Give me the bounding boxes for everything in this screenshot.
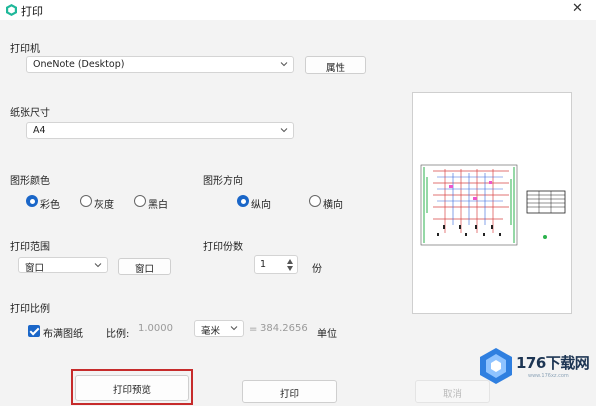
color-option-gray-label: 灰度 bbox=[94, 200, 114, 211]
window-select-button[interactable]: 窗口 bbox=[118, 258, 171, 275]
print-range-value: 窗口 bbox=[25, 263, 45, 274]
units-label: 单位 bbox=[317, 329, 337, 340]
cancel-button[interactable]: 取消 bbox=[415, 380, 490, 403]
print-range-label: 打印范围 bbox=[10, 242, 50, 253]
orientation-label: 图形方向 bbox=[203, 176, 243, 187]
watermark-brand: 176下载网 bbox=[516, 354, 590, 372]
ratio-input[interactable]: 1.0000 bbox=[138, 323, 173, 334]
printer-select-value: OneNote (Desktop) bbox=[33, 59, 125, 70]
color-option-color-radio[interactable] bbox=[26, 195, 38, 207]
copies-stepper[interactable]: 1 bbox=[254, 255, 298, 274]
color-option-gray-radio[interactable] bbox=[80, 195, 92, 207]
watermark-url: www.176xz.com bbox=[528, 373, 569, 379]
color-option-mono-label: 黑白 bbox=[148, 200, 168, 211]
print-preview-pane bbox=[412, 92, 572, 314]
stepper-up-icon[interactable] bbox=[287, 259, 293, 264]
orientation-landscape-label: 横向 bbox=[323, 200, 343, 211]
chevron-down-icon bbox=[94, 263, 102, 268]
print-button[interactable]: 打印 bbox=[242, 380, 337, 403]
copies-label: 打印份数 bbox=[203, 242, 243, 253]
color-option-color-label: 彩色 bbox=[40, 200, 60, 211]
fit-to-paper-checkbox[interactable] bbox=[28, 325, 40, 337]
print-preview-highlight bbox=[71, 369, 193, 405]
equals-sign: = bbox=[249, 324, 258, 335]
unit-select-value: 毫米 bbox=[201, 326, 221, 337]
units-input[interactable]: 384.2656 bbox=[260, 323, 308, 334]
ratio-label: 比例: bbox=[106, 329, 130, 340]
title-bar: 打印 ✕ bbox=[0, 0, 596, 20]
window-title: 打印 bbox=[21, 5, 43, 18]
paper-size-select[interactable]: A4 bbox=[26, 122, 294, 139]
chevron-down-icon bbox=[280, 62, 288, 67]
orientation-portrait-radio[interactable] bbox=[237, 195, 249, 207]
printer-select[interactable]: OneNote (Desktop) bbox=[26, 56, 294, 73]
cad-drawing-thumbnail bbox=[420, 164, 566, 246]
orientation-portrait-label: 纵向 bbox=[251, 200, 271, 211]
paper-size-value: A4 bbox=[33, 125, 46, 136]
print-range-select[interactable]: 窗口 bbox=[18, 257, 108, 274]
chevron-down-icon bbox=[280, 128, 288, 133]
brand-logo bbox=[480, 348, 512, 384]
properties-button[interactable]: 属性 bbox=[305, 56, 366, 74]
paper-size-label: 纸张尺寸 bbox=[10, 108, 50, 119]
print-scale-label: 打印比例 bbox=[10, 304, 50, 315]
color-option-mono-radio[interactable] bbox=[134, 195, 146, 207]
printer-label: 打印机 bbox=[10, 44, 40, 55]
copies-value: 1 bbox=[260, 259, 267, 270]
stepper-down-icon[interactable] bbox=[287, 266, 293, 271]
chevron-down-icon bbox=[230, 326, 238, 331]
fit-to-paper-label: 布满图纸 bbox=[43, 329, 83, 340]
app-icon bbox=[6, 4, 17, 16]
orientation-landscape-radio[interactable] bbox=[309, 195, 321, 207]
unit-select[interactable]: 毫米 bbox=[194, 320, 244, 337]
copies-unit: 份 bbox=[312, 264, 322, 275]
color-label: 图形颜色 bbox=[10, 176, 50, 187]
close-icon[interactable]: ✕ bbox=[572, 1, 583, 16]
